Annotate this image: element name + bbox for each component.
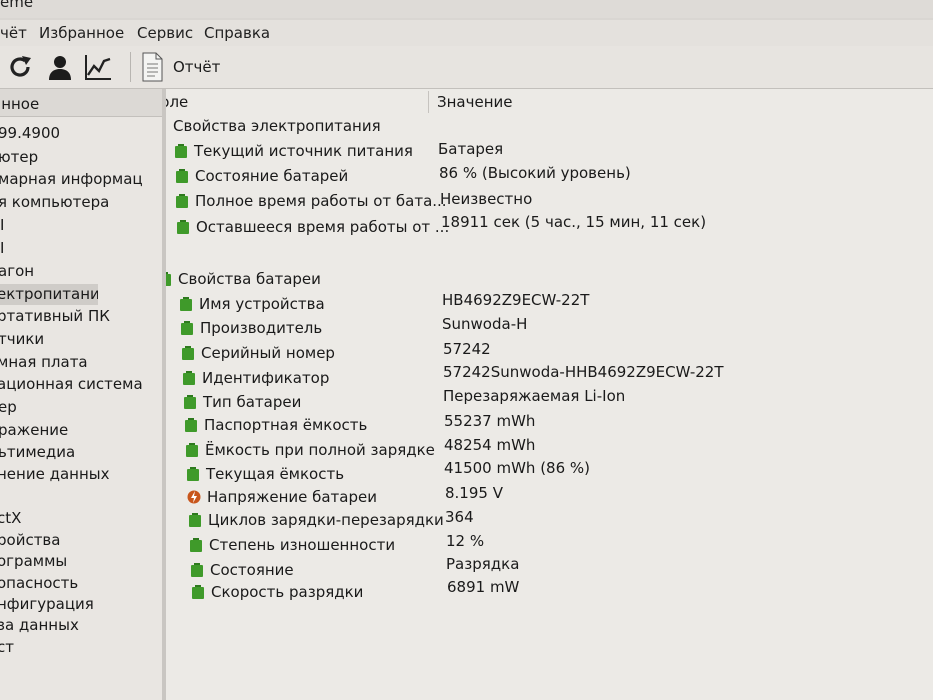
sidebar-item-power[interactable]: ектропитание (0, 284, 98, 305)
sidebar-item-software[interactable]: ограммы (0, 551, 162, 572)
sidebar-item-directx[interactable]: ctX (0, 508, 162, 529)
battery-icon (187, 467, 199, 481)
menu-report[interactable]: чёт (0, 24, 27, 42)
sidebar-item-computer[interactable]: ютер (0, 147, 162, 168)
battery-icon (185, 418, 197, 432)
sidebar-header: анное (0, 89, 162, 117)
battery-icon (180, 297, 192, 311)
battery-icon (175, 144, 187, 158)
battery-icon (192, 585, 204, 599)
sidebar-item-overclock[interactable]: агон (0, 261, 162, 282)
sidebar-item-database[interactable]: за данных (0, 615, 162, 636)
chart-line-icon[interactable] (84, 53, 112, 81)
table-cell-value: 41500 mWh (86 %) (444, 459, 591, 477)
report-icon (142, 52, 163, 82)
window-title: eme (0, 0, 34, 11)
table-cell-value: 55237 mWh (444, 412, 536, 430)
table-cell-value: 57242Sunwoda-HHB4692Z9ECW-22T (443, 363, 724, 381)
menu-favorites[interactable]: Избранное (39, 24, 124, 42)
sidebar-item-network[interactable] (0, 487, 162, 508)
toolbar-separator (130, 52, 131, 82)
table-cell-value: Sunwoda-H (442, 315, 528, 333)
menu-help[interactable]: Справка (204, 24, 270, 42)
title-bar: eme (0, 0, 933, 18)
report-button[interactable]: Отчёт (140, 52, 230, 82)
table-cell-value: Разрядка (446, 555, 520, 573)
battery-icon (184, 395, 196, 409)
table-cell-value: Батарея (438, 140, 504, 158)
sidebar-item-portable-pc[interactable]: ртативный ПК (0, 306, 162, 327)
table-cell-value: 48254 mWh (444, 436, 536, 454)
table-cell-value: 364 (445, 508, 474, 526)
sidebar-item-multimedia[interactable]: ьтимедиа (0, 442, 162, 463)
table-cell-value: Неизвестно (440, 190, 533, 208)
table-cell-value: 18911 сек (5 час., 15 мин, 11 сек) (441, 213, 707, 231)
sidebar-item-dmi[interactable]: I (0, 215, 162, 236)
battery-icon (181, 321, 193, 335)
battery-icon (191, 563, 203, 577)
battery-icon (182, 346, 194, 360)
column-header-value[interactable]: Значение (437, 89, 513, 115)
table-cell-value: 57242 (443, 340, 491, 358)
battery-icon (190, 538, 202, 552)
table-cell-value: 12 % (446, 532, 485, 550)
user-icon[interactable] (46, 53, 74, 81)
sidebar-item-config[interactable]: нфигурация (0, 594, 162, 615)
toolbar: Отчёт (0, 46, 933, 89)
sidebar-item-display[interactable]: ражение (0, 420, 162, 441)
sidebar-item-ipmi[interactable]: I (0, 238, 162, 259)
voltage-icon (187, 490, 201, 504)
table-cell-value: 86 % (Высокий уровень) (439, 164, 631, 182)
battery-icon (177, 220, 189, 234)
sidebar-item-summary[interactable]: марная информац (0, 169, 162, 190)
report-button-label: Отчёт (173, 58, 221, 76)
sidebar-item-security[interactable]: опасность (0, 573, 162, 594)
column-header-field[interactable]: Поле (166, 89, 188, 115)
table-cell-value: 6891 mW (447, 578, 520, 596)
battery-icon (183, 371, 195, 385)
sidebar: анное 99.4900 ютер марная информац я ком… (0, 89, 162, 700)
table-cell-value: Перезаряжаемая Li-Ion (443, 387, 626, 405)
sidebar-item-devices[interactable]: ройства (0, 530, 162, 551)
menu-service[interactable]: Сервис (137, 24, 193, 42)
details-pane: Поле Значение Свойства электропитания Те… (166, 89, 933, 700)
menu-bar: чёт Избранное Сервис Справка (0, 20, 933, 46)
sidebar-item-server[interactable]: ер (0, 397, 162, 418)
sidebar-item-test[interactable]: ст (0, 637, 162, 658)
battery-icon (176, 169, 188, 183)
sidebar-item-motherboard[interactable]: мная плата (0, 352, 162, 373)
sidebar-item-version[interactable]: 99.4900 (0, 123, 162, 144)
table-cell-value: HB4692Z9ECW-22T (442, 291, 590, 309)
battery-icon (166, 118, 167, 134)
battery-icon (166, 272, 171, 286)
table-cell-value: 8.195 V (445, 484, 503, 502)
sidebar-item-storage[interactable]: нение данных (0, 464, 162, 485)
sidebar-item-sensors[interactable]: тчики (0, 329, 162, 350)
battery-icon (176, 194, 188, 208)
sidebar-item-computer-name[interactable]: я компьютера (0, 192, 162, 213)
sidebar-header-label[interactable]: анное (0, 95, 39, 113)
column-divider[interactable] (428, 91, 429, 113)
refresh-icon[interactable] (6, 53, 34, 81)
battery-icon (189, 513, 201, 527)
battery-icon (186, 443, 198, 457)
sidebar-item-os[interactable]: ационная система (0, 374, 162, 395)
